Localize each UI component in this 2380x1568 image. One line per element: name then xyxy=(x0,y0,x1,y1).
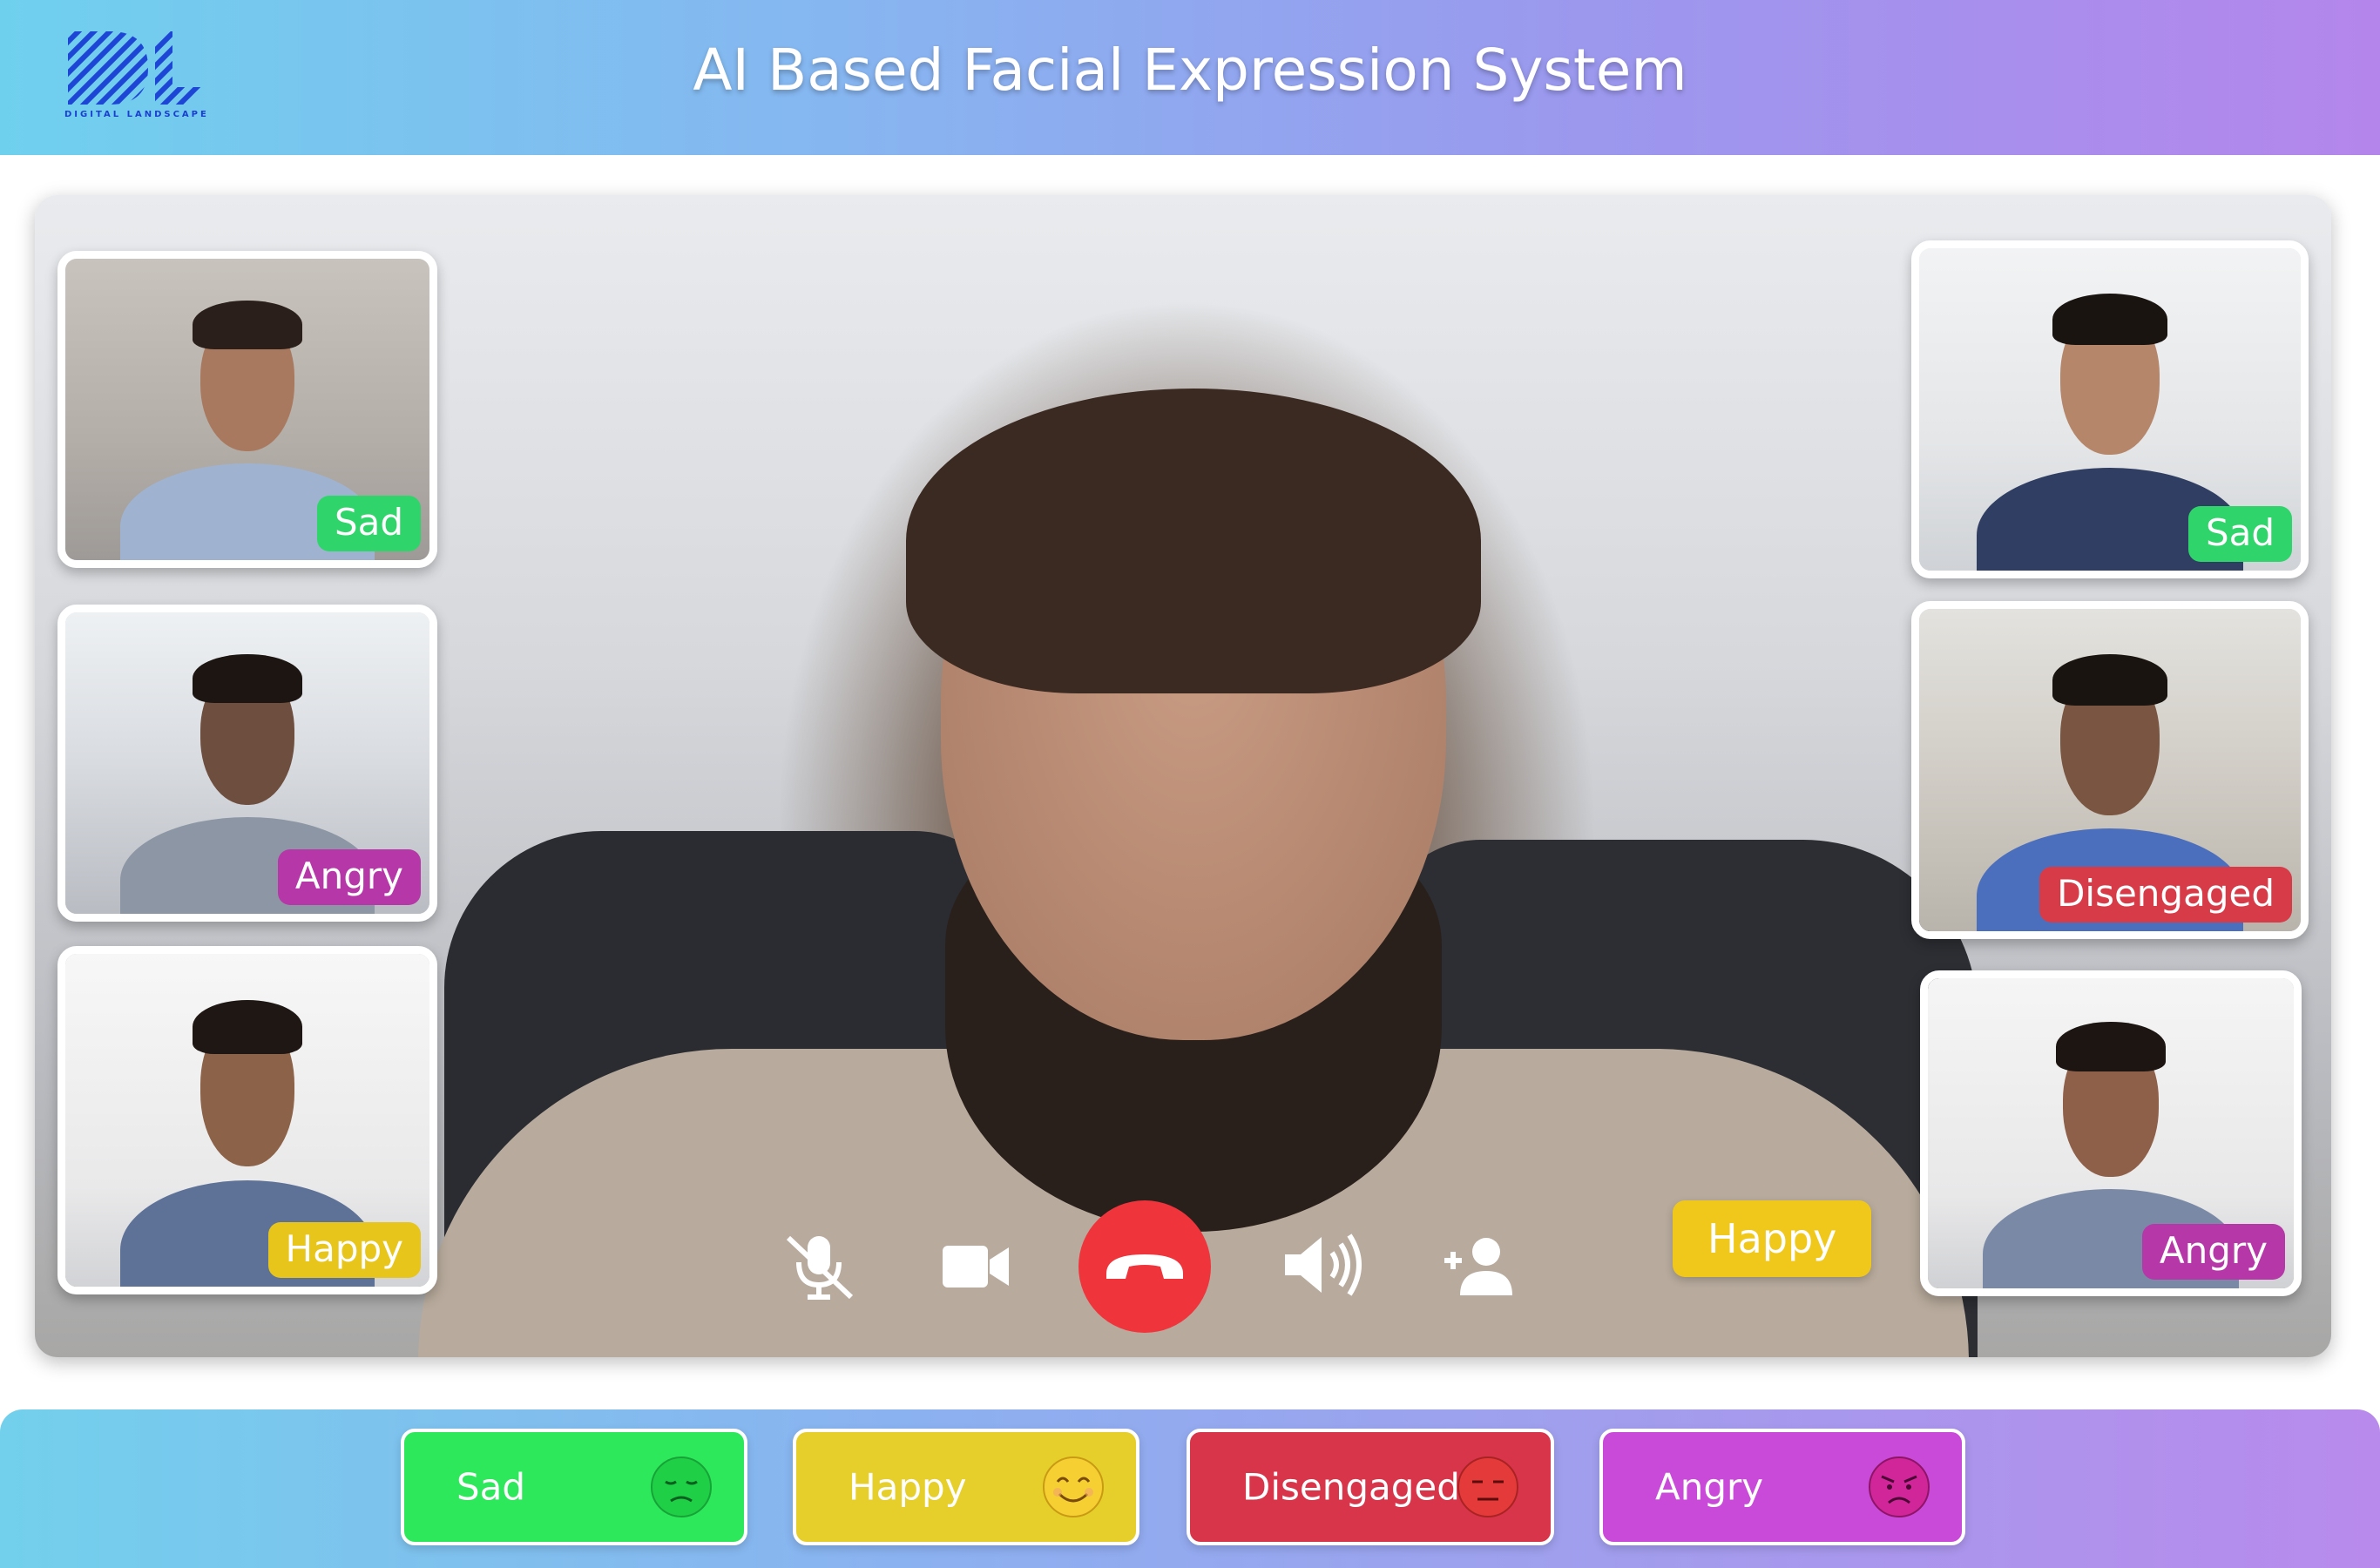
participant-tile[interactable]: Sad xyxy=(57,251,437,568)
status-badge: Sad xyxy=(2187,505,2292,562)
participant-tile[interactable]: Sad xyxy=(1911,240,2309,578)
add-user-icon xyxy=(1444,1238,1512,1295)
participant-tile[interactable]: Happy xyxy=(57,946,437,1294)
status-badge: Angry xyxy=(2141,1223,2285,1280)
app-header: DIGITAL LANDSCAPE AI Based Facial Expres… xyxy=(0,0,2380,155)
main-person-hair xyxy=(906,389,1481,693)
page-title: AI Based Facial Expression System xyxy=(693,37,1687,104)
legend-label: Angry xyxy=(1655,1465,1764,1509)
legend-sad-button[interactable]: Sad xyxy=(401,1429,747,1545)
legend-label: Happy xyxy=(849,1465,967,1509)
volume-button[interactable] xyxy=(1275,1223,1371,1307)
main-video[interactable]: Sad Angry Happy Sad Disengaged Angry Hap… xyxy=(35,195,2331,1357)
legend-angry-button[interactable]: Angry xyxy=(1599,1429,1965,1545)
mic-off-icon xyxy=(786,1235,854,1300)
status-badge: Angry xyxy=(277,848,421,905)
participant-tile[interactable]: Angry xyxy=(1920,970,2302,1296)
main-status-badge: Happy xyxy=(1673,1200,1872,1277)
legend-disengaged-button[interactable]: Disengaged xyxy=(1187,1429,1554,1545)
legend-label: Disengaged xyxy=(1242,1465,1460,1509)
status-badge: Sad xyxy=(316,495,421,551)
participant-tile[interactable]: Angry xyxy=(57,605,437,922)
participant-tile[interactable]: Disengaged xyxy=(1911,601,2309,939)
mute-button[interactable] xyxy=(775,1227,862,1306)
angry-face-icon xyxy=(1869,1456,1930,1517)
logo-text: DIGITAL LANDSCAPE xyxy=(64,110,209,119)
neutral-face-icon xyxy=(1457,1456,1518,1517)
end-call-button[interactable] xyxy=(1078,1200,1211,1333)
video-button[interactable] xyxy=(932,1232,1019,1301)
status-badge: Happy xyxy=(267,1221,421,1278)
legend-label: Sad xyxy=(456,1465,526,1509)
volume-icon xyxy=(1285,1233,1362,1296)
status-badge: Disengaged xyxy=(2039,866,2292,923)
sad-face-icon xyxy=(651,1456,712,1517)
phone-hangup-icon xyxy=(1106,1254,1183,1279)
video-camera-icon xyxy=(943,1246,1009,1288)
add-user-button[interactable] xyxy=(1436,1228,1523,1303)
legend-happy-button[interactable]: Happy xyxy=(793,1429,1139,1545)
smile-face-icon xyxy=(1043,1456,1104,1517)
